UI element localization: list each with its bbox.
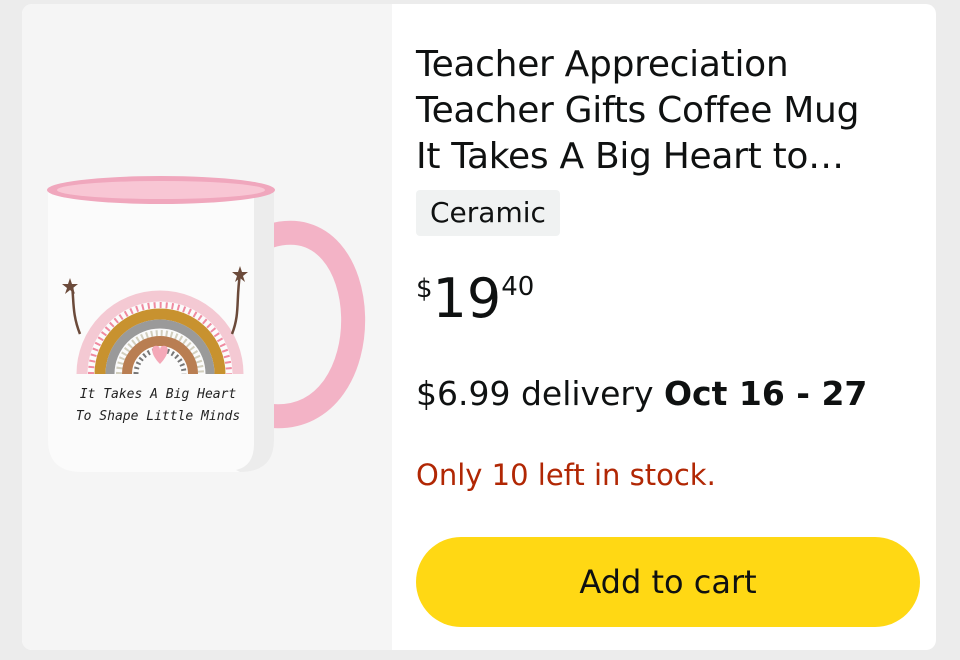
- mug-text-line2: To Shape Little Minds: [76, 409, 240, 424]
- delivery-fee: $6.99 delivery: [416, 374, 654, 413]
- price-currency: $: [416, 274, 433, 304]
- delivery-info: $6.99 delivery Oct 16 - 27: [416, 374, 867, 413]
- title-line1: Teacher Appreciation: [416, 44, 789, 85]
- mug-text-line1: It Takes A Big Heart: [80, 387, 237, 402]
- price: $1940: [416, 264, 534, 334]
- title-line2: Teacher Gifts Coffee Mug: [416, 90, 860, 131]
- title-line3: It Takes A Big Heart to…: [416, 136, 844, 177]
- add-to-cart-button[interactable]: Add to cart: [416, 537, 920, 627]
- price-fraction: 40: [501, 272, 535, 302]
- product-title[interactable]: Teacher Appreciation Teacher Gifts Coffe…: [416, 42, 921, 180]
- product-image[interactable]: It Takes A Big Heart To Shape Little Min…: [22, 4, 392, 650]
- delivery-dates: Oct 16 - 27: [663, 374, 868, 413]
- product-card[interactable]: It Takes A Big Heart To Shape Little Min…: [22, 4, 936, 650]
- material-badge: Ceramic: [416, 190, 560, 236]
- product-info: Teacher Appreciation Teacher Gifts Coffe…: [416, 4, 926, 650]
- price-whole: 19: [432, 267, 502, 330]
- mug-image: It Takes A Big Heart To Shape Little Min…: [47, 176, 366, 472]
- stock-status: Only 10 left in stock.: [416, 458, 716, 492]
